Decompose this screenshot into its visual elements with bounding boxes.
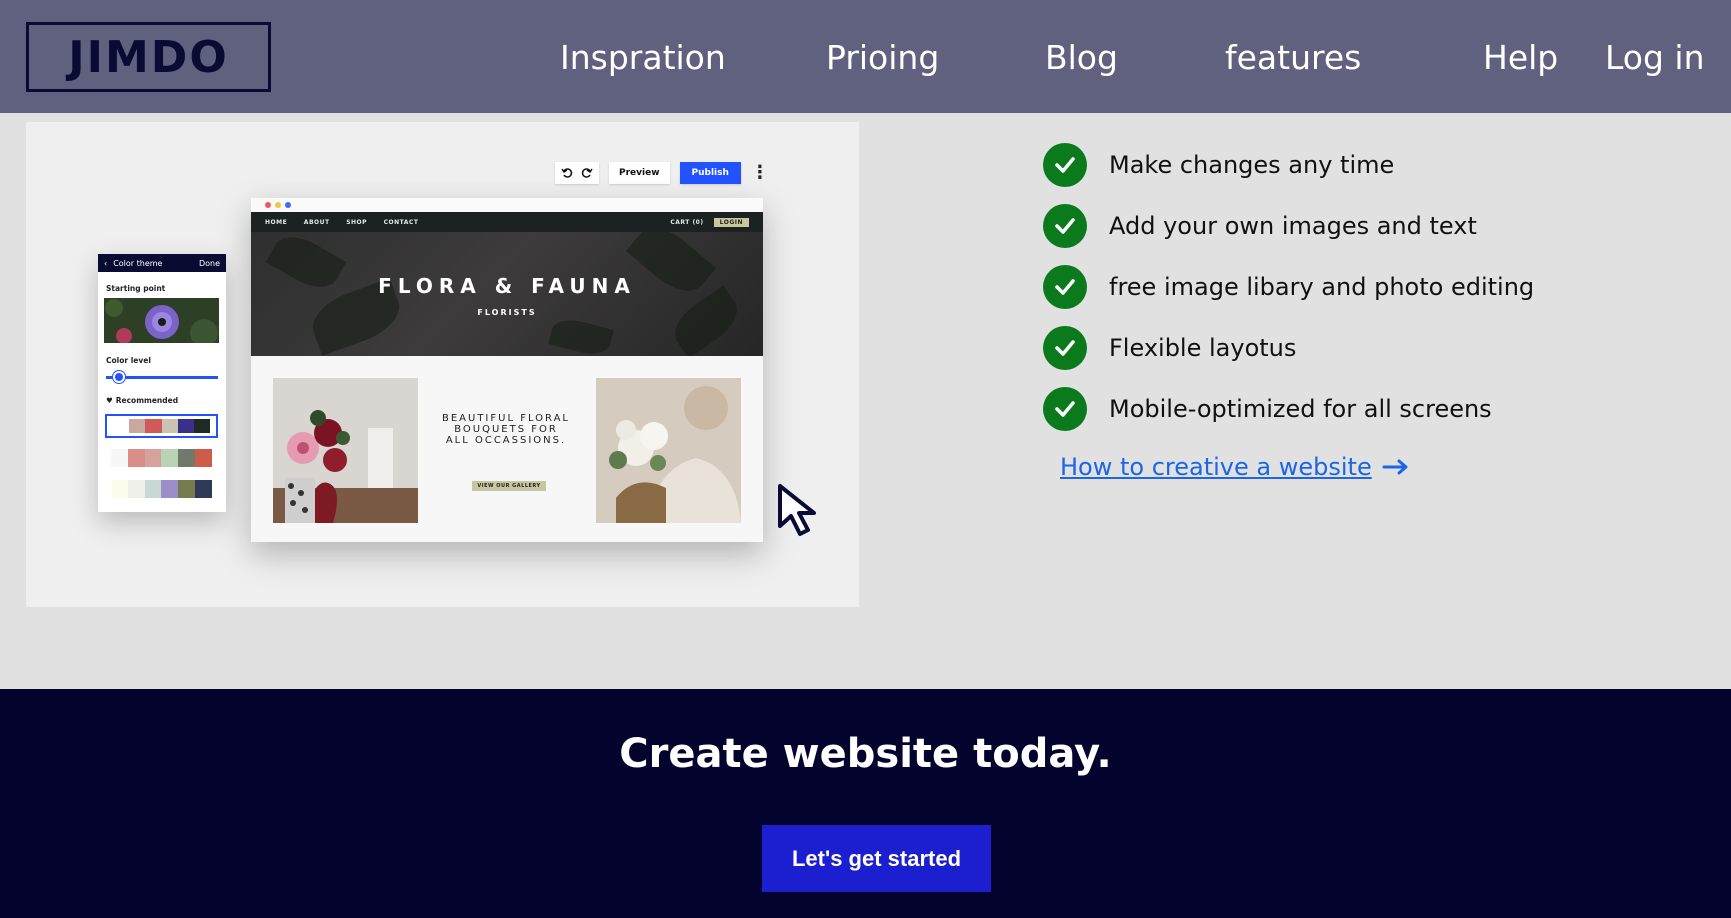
nav-link-help[interactable]: Help — [1483, 36, 1558, 80]
feature-item: Make changes any time — [1043, 143, 1394, 187]
palette-swatch — [161, 480, 179, 498]
check-icon — [1043, 265, 1087, 309]
more-vertical-icon: ⋮ — [750, 162, 769, 183]
check-icon — [1043, 143, 1087, 187]
starting-point-label: Starting point — [106, 284, 166, 293]
check-icon — [1043, 387, 1087, 431]
nav-link-features[interactable]: features — [1225, 36, 1361, 80]
feature-text: Flexible layotus — [1109, 334, 1297, 362]
cursor-icon — [778, 484, 816, 536]
feature-text: Mobile-optimized for all screens — [1109, 395, 1492, 423]
palette-swatch — [113, 419, 130, 433]
undo-icon — [561, 168, 573, 178]
site-login: LOGIN — [713, 217, 749, 227]
cta-section: Create website today. Let's get started — [0, 689, 1731, 918]
check-icon — [1043, 204, 1087, 248]
how-to-create-website-link[interactable]: How to creative a website — [1060, 453, 1410, 481]
nav-link-blog[interactable]: Blog — [1045, 36, 1118, 80]
feature-text: Add your own images and text — [1109, 212, 1477, 240]
check-icon — [1043, 326, 1087, 370]
site-nav-home: HOME — [265, 218, 288, 226]
palette-option-3 — [105, 477, 218, 501]
palette-swatch — [178, 480, 196, 498]
color-level-label: Color level — [106, 356, 151, 365]
site-cart: CART (0) — [670, 218, 704, 226]
website-preview-window: HOME ABOUT SHOP CONTACT CART (0) LOGIN F… — [251, 198, 763, 542]
flower-photo-left — [273, 378, 418, 523]
nav-link-login[interactable]: Log in — [1605, 36, 1705, 80]
top-navigation: JIMDO Inspration Prioing Blog features H… — [0, 0, 1731, 113]
undo-redo-group — [555, 162, 599, 184]
nav-link-inspiration[interactable]: Inspration — [560, 36, 726, 80]
editor-toolbar: Preview Publish ⋮ — [555, 160, 769, 186]
site-nav-shop: SHOP — [346, 218, 368, 226]
palette-swatch — [193, 419, 211, 433]
palette-swatch — [195, 480, 212, 498]
feature-item: free image libary and photo editing — [1043, 265, 1534, 309]
done-label: Done — [198, 258, 220, 268]
color-theme-title: Color theme — [113, 258, 163, 268]
palette-swatch — [127, 480, 145, 498]
site-nav-bar: HOME ABOUT SHOP CONTACT CART (0) LOGIN — [251, 212, 763, 232]
arrow-right-icon — [1382, 459, 1408, 475]
feature-text: free image libary and photo editing — [1109, 273, 1535, 301]
cta-title: Create website today. — [619, 731, 1112, 777]
editor-mockup-image: Preview Publish ⋮ HOME ABOUT SHOP CONTAC… — [26, 122, 859, 607]
preview-button: Preview — [609, 162, 670, 184]
flower-photo-right — [596, 378, 741, 523]
window-dot-red — [265, 202, 271, 208]
window-dot-yellow — [275, 202, 281, 208]
color-theme-panel: ‹ Color theme Done Starting point Color … — [98, 254, 226, 512]
recommended-label: Recommended — [115, 396, 179, 405]
site-tagline: BEAUTIFUL FLORAL BOUQUETS FOR ALL OCCASS… — [441, 413, 570, 446]
color-theme-header: ‹ Color theme Done — [98, 254, 226, 272]
jimdo-logo[interactable]: JIMDO — [26, 22, 271, 92]
site-nav-contact: CONTACT — [383, 218, 419, 226]
publish-button: Publish — [679, 162, 741, 184]
palette-swatch — [161, 419, 178, 433]
site-subtitle: FLORISTS — [477, 308, 537, 317]
palette-swatch — [195, 449, 212, 467]
redo-icon — [581, 168, 593, 178]
feature-item: Add your own images and text — [1043, 204, 1477, 248]
browser-bar — [251, 198, 763, 212]
palette-swatch — [111, 480, 128, 498]
logo-text: JIMDO — [68, 31, 229, 83]
feature-item: Flexible layotus — [1043, 326, 1296, 370]
site-banner: FLORA & FAUNA FLORISTS — [251, 232, 763, 356]
site-gallery-button: VIEW OUR GALLERY — [472, 481, 546, 491]
palette-swatch — [145, 419, 162, 433]
feature-item: Mobile-optimized for all screens — [1043, 387, 1492, 431]
palette-swatch — [111, 449, 128, 467]
site-title: FLORA & FAUNA — [378, 274, 636, 298]
palette-swatch — [129, 419, 146, 433]
palette-swatch — [177, 419, 194, 433]
palette-swatch — [161, 449, 179, 467]
palette-option-2 — [105, 446, 218, 470]
palette-option-1 — [105, 414, 218, 438]
site-nav-about: ABOUT — [303, 218, 330, 226]
color-level-knob — [113, 371, 125, 383]
heart-icon: ♥ — [106, 396, 113, 405]
nav-link-pricing[interactable]: Prioing — [826, 36, 939, 80]
window-dot-blue — [285, 202, 291, 208]
palette-swatch — [178, 449, 196, 467]
palette-swatch — [127, 449, 145, 467]
get-started-button[interactable]: Let's get started — [762, 825, 991, 892]
chevron-left-icon: ‹ — [104, 258, 108, 268]
palette-swatch — [144, 449, 162, 467]
starting-point-image — [104, 298, 219, 343]
recommended-row: ♥ Recommended — [106, 396, 178, 405]
palette-swatch — [144, 480, 162, 498]
feature-text: Make changes any time — [1109, 151, 1395, 179]
how-to-link-text: How to creative a website — [1060, 453, 1372, 481]
